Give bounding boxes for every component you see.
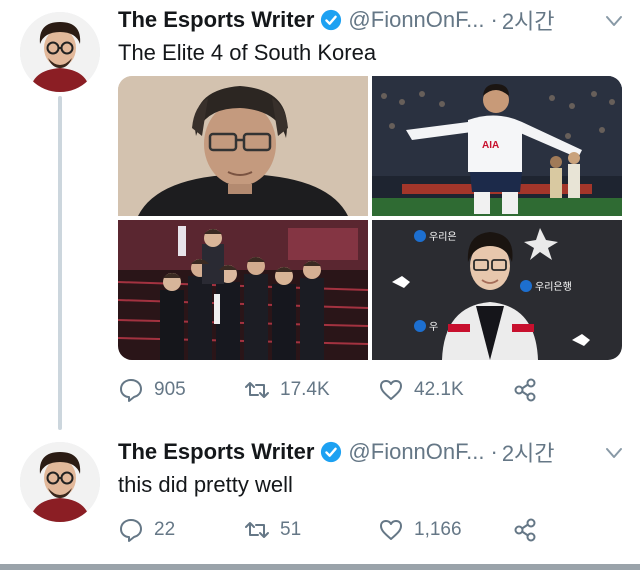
verified-icon <box>321 441 342 463</box>
jersey-sponsor-text: AIA <box>482 140 499 151</box>
tweet[interactable]: The Esports Writer @FionnOnF... · 2시간 th… <box>0 430 640 564</box>
author-name[interactable]: The Esports Writer <box>118 7 314 33</box>
author-handle[interactable]: @FionnOnF... <box>348 7 484 33</box>
chevron-down-icon[interactable] <box>604 446 624 460</box>
author-name[interactable]: The Esports Writer <box>118 439 314 465</box>
retweet-count: 51 <box>280 519 302 540</box>
like-button[interactable]: 1,166 <box>378 517 512 543</box>
avatar[interactable] <box>20 442 100 522</box>
tweet-actions: 22 51 1,166 <box>118 516 622 544</box>
tweet-header: The Esports Writer @FionnOnF... · 2시간 <box>118 4 555 36</box>
tweet-header: The Esports Writer @FionnOnF... · 2시간 <box>118 436 555 468</box>
sponsor-text-3: 우 <box>429 321 438 333</box>
tweet-text: this did pretty well <box>118 472 293 497</box>
share-icon <box>514 518 536 542</box>
reply-icon <box>120 519 142 542</box>
sponsor-text-2: 우리은행 <box>535 281 572 293</box>
retweet-count: 17.4K <box>280 379 330 400</box>
sponsor-text-1: 우리은 <box>429 231 457 243</box>
reply-count: 905 <box>154 379 186 400</box>
author-handle[interactable]: @FionnOnF... <box>348 439 484 465</box>
share-icon <box>514 378 536 402</box>
like-icon <box>380 520 402 540</box>
thread-line <box>58 96 62 430</box>
separator: · <box>490 439 498 464</box>
retweet-icon <box>245 522 269 538</box>
bottom-divider <box>0 564 640 570</box>
tweet-actions: 905 17.4K 42.1K <box>118 376 622 404</box>
retweet-button[interactable]: 51 <box>244 517 378 543</box>
retweet-icon <box>245 382 269 398</box>
photo-footballer[interactable]: AIA <box>372 76 622 216</box>
like-button[interactable]: 42.1K <box>378 377 512 403</box>
media-grid: AIA 우리은 우리은행 우 <box>118 76 622 360</box>
avatar[interactable] <box>20 12 100 92</box>
tweet-text: The Elite 4 of South Korea <box>118 40 377 65</box>
reply-icon <box>120 379 142 402</box>
share-button[interactable] <box>512 377 538 403</box>
like-count: 42.1K <box>414 379 464 400</box>
like-count: 1,166 <box>414 519 462 540</box>
separator: · <box>490 7 498 32</box>
reply-count: 22 <box>154 519 176 540</box>
share-button[interactable] <box>512 517 538 543</box>
timestamp[interactable]: 2시간 <box>502 4 555 36</box>
reply-button[interactable]: 905 <box>118 377 244 403</box>
chevron-down-icon[interactable] <box>604 14 624 28</box>
photo-director[interactable] <box>118 76 368 216</box>
timestamp[interactable]: 2시간 <box>502 436 555 468</box>
verified-icon <box>321 9 342 31</box>
photo-esports-player[interactable]: 우리은 우리은행 우 <box>372 220 622 360</box>
like-icon <box>380 380 402 400</box>
photo-group[interactable] <box>118 220 368 360</box>
reply-button[interactable]: 22 <box>118 517 244 543</box>
retweet-button[interactable]: 17.4K <box>244 377 378 403</box>
tweet[interactable]: The Esports Writer @FionnOnF... · 2시간 Th… <box>0 0 640 430</box>
